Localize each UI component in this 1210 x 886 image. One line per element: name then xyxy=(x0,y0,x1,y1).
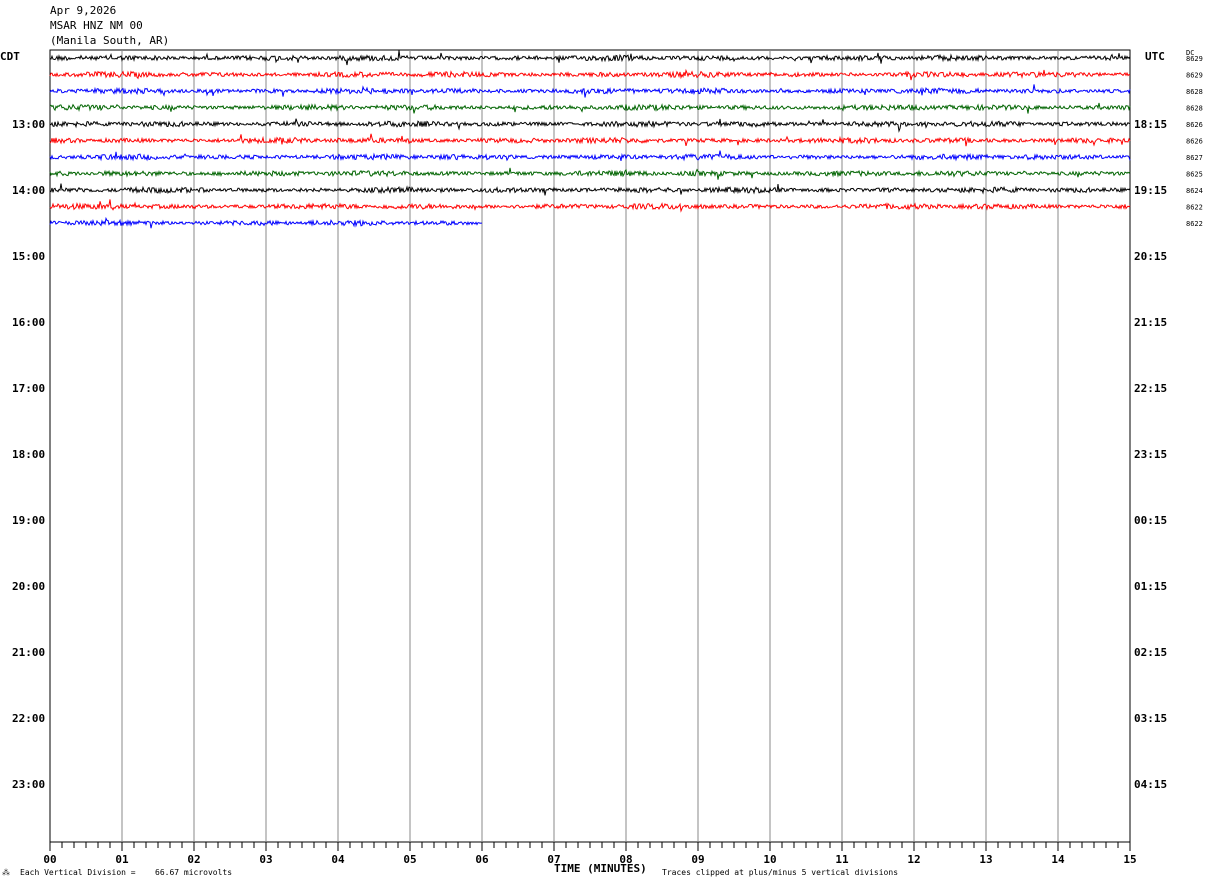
left-hour-label: 22:00 xyxy=(12,712,45,725)
x-tick-label: 01 xyxy=(115,853,129,866)
left-hour-label: 23:00 xyxy=(12,778,45,791)
right-hour-label: 23:15 xyxy=(1134,448,1167,461)
x-tick-label: 00 xyxy=(43,853,56,866)
seismic-trace xyxy=(49,150,1131,162)
x-tick-label: 13 xyxy=(979,853,992,866)
seismic-trace xyxy=(49,183,1131,196)
seismic-trace xyxy=(49,68,1131,81)
dc-offset-label: 8626 xyxy=(1186,121,1203,129)
x-axis-title: TIME (MINUTES) xyxy=(554,862,647,875)
dc-offset-label: 8629 xyxy=(1186,72,1203,80)
left-hour-label: 20:00 xyxy=(12,580,45,593)
x-tick-label: 12 xyxy=(907,853,920,866)
x-tick-label: 05 xyxy=(403,853,416,866)
seismic-trace xyxy=(49,102,1131,114)
right-hour-label: 03:15 xyxy=(1134,712,1167,725)
x-tick-label: 09 xyxy=(691,853,704,866)
x-tick-label: 14 xyxy=(1051,853,1065,866)
plot-frame xyxy=(49,49,1131,843)
right-hour-label: 18:15 xyxy=(1134,118,1167,131)
seismic-trace xyxy=(49,199,1131,213)
x-tick-label: 06 xyxy=(475,853,489,866)
right-hour-label: 20:15 xyxy=(1134,250,1167,263)
dc-offset-label: 8628 xyxy=(1186,105,1203,113)
right-hour-label: 01:15 xyxy=(1134,580,1167,593)
dc-offset-label: 8628 xyxy=(1186,88,1203,96)
right-hour-label: 02:15 xyxy=(1134,646,1167,659)
footer-mark: ⁂ xyxy=(2,868,10,877)
footer-scale-value: 66.67 microvolts xyxy=(155,868,233,877)
x-tick-label: 02 xyxy=(187,853,200,866)
seismic-trace xyxy=(49,118,1130,133)
seismic-trace xyxy=(49,50,1131,66)
dc-offset-label: 8622 xyxy=(1186,204,1203,212)
seismic-trace xyxy=(49,84,1131,98)
dc-offset-label: 8627 xyxy=(1186,154,1203,162)
left-hour-label: 21:00 xyxy=(12,646,45,659)
x-tick-label: 04 xyxy=(331,853,345,866)
left-hour-label: 17:00 xyxy=(12,382,45,395)
footer-clip-note: Traces clipped at plus/minus 5 vertical … xyxy=(662,868,899,877)
x-tick-label: 10 xyxy=(763,853,776,866)
seismic-trace xyxy=(49,167,1131,180)
left-hour-label: 15:00 xyxy=(12,250,45,263)
helicorder-plot: 00 01 02 03 04 05 06 07 08 09 10 11 12 13 14 1513:0014:… xyxy=(12,49,1203,866)
left-hour-label: 18:00 xyxy=(12,448,45,461)
left-hour-label: 13:00 xyxy=(12,118,45,131)
x-tick-label: 03 xyxy=(259,853,272,866)
dc-offset-label: 8622 xyxy=(1186,220,1203,228)
right-hour-label: 00:15 xyxy=(1134,514,1167,527)
right-hour-label: 21:15 xyxy=(1134,316,1167,329)
dc-offset-label: 8624 xyxy=(1186,187,1203,195)
footer-scale-prefix: Each Vertical Division = xyxy=(20,868,136,877)
left-hour-label: 19:00 xyxy=(12,514,45,527)
right-hour-label: 04:15 xyxy=(1134,778,1167,791)
seismic-trace xyxy=(49,133,1131,147)
x-tick-label: 15 xyxy=(1123,853,1136,866)
right-hour-label: 19:15 xyxy=(1134,184,1167,197)
right-hour-label: 22:15 xyxy=(1134,382,1167,395)
left-hour-label: 14:00 xyxy=(12,184,45,197)
dc-offset-label: 8626 xyxy=(1186,138,1203,146)
dc-offset-label: 8625 xyxy=(1186,171,1203,179)
left-hour-label: 16:00 xyxy=(12,316,45,329)
x-tick-label: 11 xyxy=(835,853,849,866)
dc-offset-label: 8629 xyxy=(1186,55,1203,63)
